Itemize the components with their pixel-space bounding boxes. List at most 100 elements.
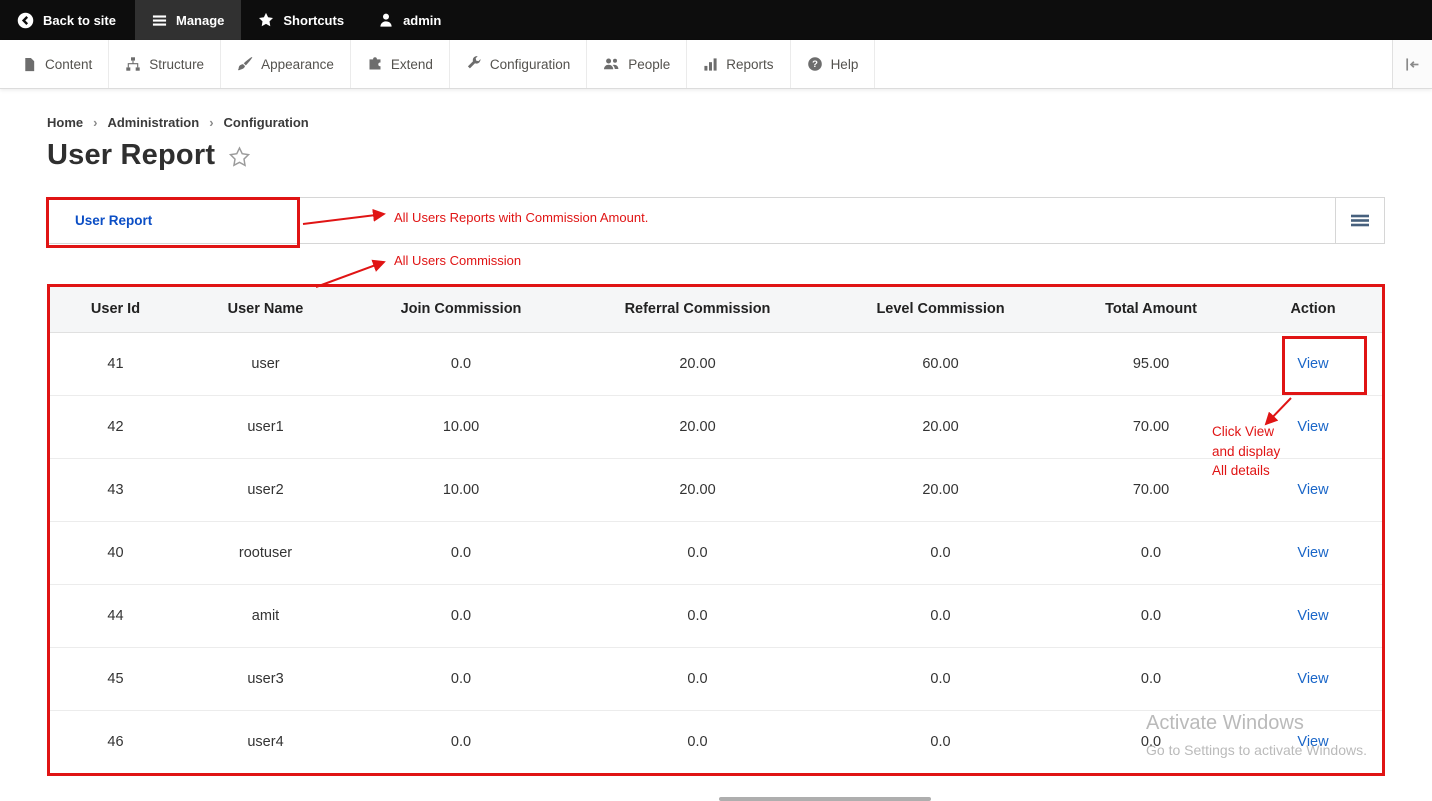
cell-user-name: user3 bbox=[181, 647, 350, 711]
toolbar-item-structure[interactable]: Structure bbox=[109, 40, 222, 88]
breadcrumb-configuration[interactable]: Configuration bbox=[224, 115, 309, 130]
toolbar-item-content[interactable]: Content bbox=[6, 40, 110, 88]
user-report-table: User Id User Name Join Commission Referr… bbox=[50, 287, 1382, 773]
toolbar-item-configuration[interactable]: Configuration bbox=[450, 40, 588, 88]
tabs-menu-button[interactable] bbox=[1335, 198, 1384, 243]
cell-total-amount: 0.0 bbox=[1058, 584, 1244, 648]
cell-total-amount: 0.0 bbox=[1058, 521, 1244, 585]
user-icon bbox=[378, 12, 394, 28]
cell-join-commission: 10.00 bbox=[350, 395, 572, 459]
title-row: User Report bbox=[47, 139, 1385, 172]
table-row: 46 user4 0.0 0.0 0.0 0.0 View bbox=[50, 710, 1382, 773]
tab-user-report[interactable]: User Report bbox=[48, 198, 298, 243]
annotation-view-note: Click View and display All details bbox=[1212, 422, 1280, 481]
cell-user-name: user1 bbox=[181, 395, 350, 459]
manage-button[interactable]: Manage bbox=[134, 0, 242, 40]
view-link[interactable]: View bbox=[1297, 482, 1328, 498]
toolbar-item-label: Extend bbox=[390, 56, 433, 72]
back-to-site-button[interactable]: Back to site bbox=[0, 0, 133, 40]
document-icon bbox=[22, 57, 37, 72]
view-link[interactable]: View bbox=[1297, 671, 1328, 687]
table-row: 40 rootuser 0.0 0.0 0.0 0.0 View bbox=[50, 521, 1382, 585]
col-header-total-amount: Total Amount bbox=[1058, 287, 1244, 333]
cell-user-name: user2 bbox=[181, 458, 350, 522]
cell-referral-commission: 20.00 bbox=[572, 332, 823, 396]
table-row: 45 user3 0.0 0.0 0.0 0.0 View bbox=[50, 647, 1382, 711]
toolbar-item-label: Reports bbox=[726, 56, 774, 72]
menu-hamburger-icon bbox=[1350, 212, 1370, 229]
cell-user-id: 40 bbox=[50, 521, 181, 585]
toolbar-item-reports[interactable]: Reports bbox=[687, 40, 791, 88]
shortcuts-label: Shortcuts bbox=[283, 12, 345, 28]
bar-chart-icon bbox=[703, 57, 718, 72]
toolbar-item-help[interactable]: ? Help bbox=[791, 40, 876, 88]
view-link[interactable]: View bbox=[1297, 608, 1328, 624]
manage-tray: Content Structure Appearance Extend Conf… bbox=[0, 40, 1432, 89]
cell-join-commission: 10.00 bbox=[350, 458, 572, 522]
cell-join-commission: 0.0 bbox=[350, 584, 572, 648]
cell-referral-commission: 0.0 bbox=[572, 521, 823, 585]
admin-user-button[interactable]: admin bbox=[361, 0, 458, 40]
breadcrumb-administration[interactable]: Administration bbox=[107, 115, 199, 130]
cell-referral-commission: 0.0 bbox=[572, 647, 823, 711]
toolbar-item-label: Appearance bbox=[261, 56, 334, 72]
toolbar-item-extend[interactable]: Extend bbox=[351, 40, 450, 88]
favorite-star-icon[interactable] bbox=[228, 146, 251, 169]
cell-level-commission: 20.00 bbox=[823, 395, 1058, 459]
svg-text:?: ? bbox=[812, 59, 818, 70]
cell-referral-commission: 0.0 bbox=[572, 710, 823, 773]
back-arrow-icon bbox=[17, 12, 34, 29]
cell-action: View bbox=[1244, 710, 1382, 773]
cell-user-name: user bbox=[181, 332, 350, 396]
tabs-bar: User Report bbox=[47, 197, 1385, 244]
table-header-row: User Id User Name Join Commission Referr… bbox=[50, 287, 1382, 333]
manage-label: Manage bbox=[175, 12, 225, 28]
view-link[interactable]: View bbox=[1297, 419, 1328, 435]
page-title: User Report bbox=[47, 139, 216, 171]
collapse-tray-icon bbox=[1404, 56, 1421, 73]
toolbar-item-label: Configuration bbox=[489, 56, 571, 72]
col-header-user-name: User Name bbox=[181, 287, 350, 333]
breadcrumb: Home › Administration › Configuration bbox=[47, 115, 1385, 130]
view-link[interactable]: View bbox=[1297, 545, 1328, 561]
star-icon bbox=[258, 12, 274, 28]
cell-join-commission: 0.0 bbox=[350, 710, 572, 773]
cell-user-name: amit bbox=[181, 584, 350, 648]
cell-level-commission: 60.00 bbox=[823, 332, 1058, 396]
cell-level-commission: 0.0 bbox=[823, 647, 1058, 711]
user-report-table-container: User Id User Name Join Commission Referr… bbox=[47, 284, 1385, 776]
cell-join-commission: 0.0 bbox=[350, 521, 572, 585]
toolbar-item-label: Structure bbox=[149, 56, 205, 72]
view-link[interactable]: View bbox=[1297, 734, 1328, 750]
toolbar-item-appearance[interactable]: Appearance bbox=[221, 40, 351, 88]
toolbar-item-label: Content bbox=[45, 56, 93, 72]
cell-total-amount: 0.0 bbox=[1058, 647, 1244, 711]
toolbar-collapse-button[interactable] bbox=[1392, 40, 1432, 88]
annotation-tab-note: All Users Reports with Commission Amount… bbox=[394, 210, 649, 225]
toolbar-item-people[interactable]: People bbox=[587, 40, 688, 88]
cell-referral-commission: 20.00 bbox=[572, 458, 823, 522]
horizontal-scrollbar-thumb[interactable] bbox=[719, 797, 931, 801]
sitemap-icon bbox=[125, 56, 141, 72]
admin-toolbar: Back to site Manage Shortcuts admin bbox=[0, 0, 1432, 40]
admin-user-label: admin bbox=[403, 12, 442, 28]
hamburger-icon bbox=[152, 13, 167, 28]
cell-action: View bbox=[1244, 584, 1382, 648]
cell-action: View bbox=[1244, 332, 1382, 396]
cell-user-name: user4 bbox=[181, 710, 350, 773]
table-row: 44 amit 0.0 0.0 0.0 0.0 View bbox=[50, 584, 1382, 648]
toolbar-item-label: People bbox=[628, 56, 671, 72]
breadcrumb-separator: › bbox=[93, 115, 98, 130]
cell-referral-commission: 0.0 bbox=[572, 584, 823, 648]
cell-user-id: 42 bbox=[50, 395, 181, 459]
help-icon: ? bbox=[807, 56, 823, 72]
cell-user-id: 41 bbox=[50, 332, 181, 396]
view-link[interactable]: View bbox=[1297, 356, 1328, 372]
back-to-site-label: Back to site bbox=[43, 12, 116, 28]
table-row: 41 user 0.0 20.00 60.00 95.00 View bbox=[50, 332, 1382, 396]
shortcuts-button[interactable]: Shortcuts bbox=[241, 0, 361, 40]
col-header-join-commission: Join Commission bbox=[350, 287, 572, 333]
breadcrumb-home[interactable]: Home bbox=[47, 115, 83, 130]
cell-referral-commission: 20.00 bbox=[572, 395, 823, 459]
cell-action: View bbox=[1244, 647, 1382, 711]
